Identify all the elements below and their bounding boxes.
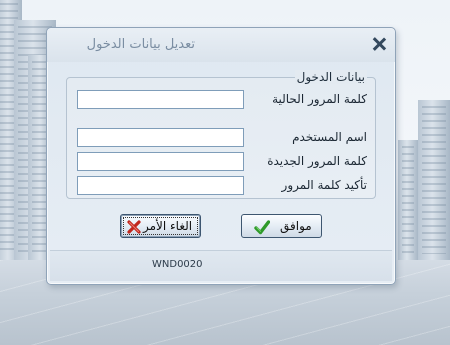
username-field[interactable] bbox=[77, 128, 244, 147]
ok-button[interactable]: موافق bbox=[241, 214, 322, 238]
background-building bbox=[418, 100, 450, 260]
green-check-icon bbox=[254, 220, 270, 235]
window-code: WND0020 bbox=[152, 259, 203, 270]
login-info-group: بيانات الدخول كلمة المرور الحالية اسم ال… bbox=[66, 70, 376, 199]
group-label: بيانات الدخول bbox=[294, 70, 367, 84]
new-password-row: كلمة المرور الجديدة bbox=[77, 152, 367, 171]
edit-login-dialog: تعديل بيانات الدخول بيانات الدخول كلمة ا… bbox=[46, 27, 396, 285]
background-building bbox=[398, 140, 418, 260]
current-password-label: كلمة المرور الحالية bbox=[272, 92, 367, 106]
username-row: اسم المستخدم bbox=[77, 128, 367, 147]
new-password-label: كلمة المرور الجديدة bbox=[267, 154, 367, 168]
cancel-button-label: الغاء الأمر bbox=[143, 219, 193, 233]
red-x-icon bbox=[127, 220, 141, 234]
current-password-field[interactable] bbox=[77, 90, 244, 109]
dialog-title: تعديل بيانات الدخول bbox=[86, 37, 195, 52]
cancel-button[interactable]: الغاء الأمر bbox=[120, 214, 201, 238]
dialog-statusbar: WND0020 bbox=[50, 250, 392, 281]
dialog-titlebar[interactable]: تعديل بيانات الدخول bbox=[47, 28, 395, 62]
current-password-row: كلمة المرور الحالية bbox=[77, 90, 367, 109]
confirm-password-label: تأكيد كلمة المرور bbox=[281, 178, 367, 192]
ok-button-label: موافق bbox=[280, 219, 312, 233]
new-password-field[interactable] bbox=[77, 152, 244, 171]
confirm-password-row: تأكيد كلمة المرور bbox=[77, 176, 367, 195]
confirm-password-field[interactable] bbox=[77, 176, 244, 195]
close-icon[interactable] bbox=[370, 35, 388, 53]
username-label: اسم المستخدم bbox=[292, 130, 367, 144]
